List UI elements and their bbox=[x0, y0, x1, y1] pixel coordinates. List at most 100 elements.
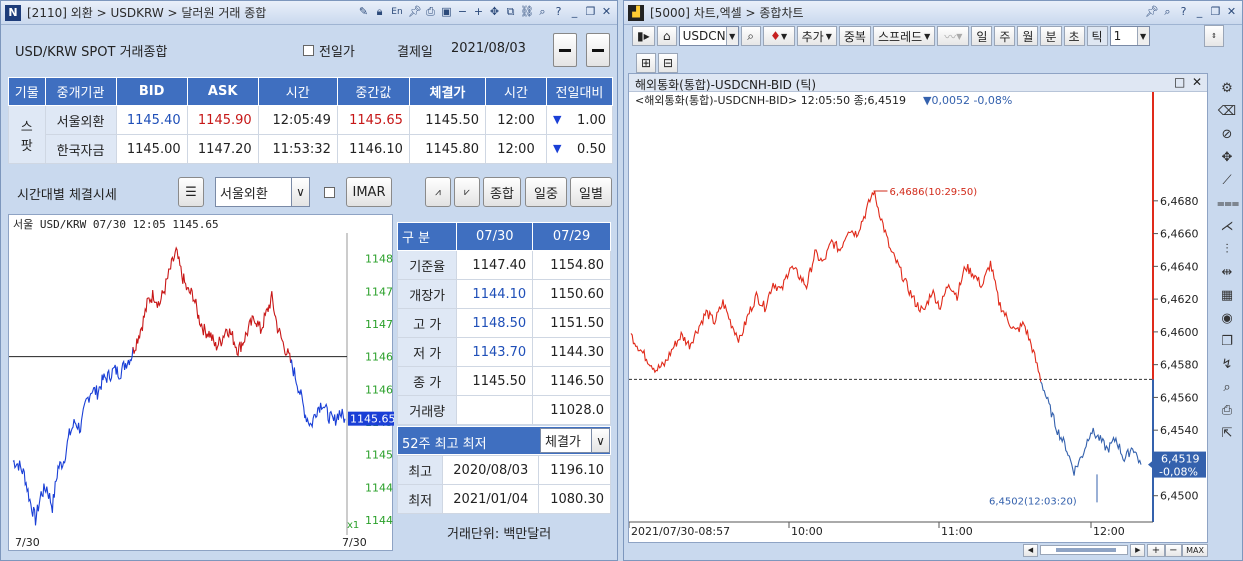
close-icon[interactable]: ✕ bbox=[600, 4, 613, 20]
angle-line-icon[interactable]: ⋌ bbox=[1217, 217, 1237, 236]
zoom-in-button[interactable]: + bbox=[1147, 543, 1165, 557]
export-icon[interactable]: ⇱ bbox=[1217, 424, 1237, 443]
pin-icon[interactable]: 📌︎ bbox=[408, 4, 422, 20]
list-search-button[interactable]: ☰ bbox=[178, 177, 204, 207]
table-row[interactable]: 스팟 서울외환 1145.40 1145.90 12:05:49 1145.65… bbox=[8, 105, 614, 164]
minimize-icon[interactable]: _ bbox=[568, 4, 581, 20]
xtick-label: 2021/07/30-08:57 bbox=[631, 525, 730, 538]
panel-minimize-icon[interactable]: □ bbox=[1174, 75, 1185, 89]
imar-button[interactable]: IMAR bbox=[346, 177, 392, 207]
combined-button[interactable]: 종합 bbox=[483, 177, 521, 207]
scroll-left-icon[interactable]: ◀ bbox=[1023, 543, 1038, 557]
search-icon[interactable]: ⌕ bbox=[536, 4, 549, 20]
usdkrw-intraday-chart[interactable]: 서울 USD/KRW 07/30 12:05 1145.65 1144 1144.… bbox=[8, 214, 411, 551]
collapse-button-2[interactable] bbox=[586, 33, 610, 67]
right-title-icons: 📌︎ ⌕ ? _ ❐ ✕ bbox=[1145, 4, 1238, 20]
help-icon[interactable]: ? bbox=[1177, 4, 1190, 20]
chevron-down-icon[interactable]: ∨ bbox=[591, 429, 609, 452]
language-toggle[interactable]: En bbox=[389, 4, 405, 20]
add-button[interactable]: 추가 ▼ bbox=[796, 26, 837, 46]
plus-icon[interactable]: + bbox=[472, 4, 485, 20]
erase-one-icon[interactable]: ⊘ bbox=[1217, 125, 1237, 144]
chart-scrollbar[interactable]: ◀ ▶ + − MAX bbox=[628, 543, 1209, 557]
mid-value: 1146.10 bbox=[336, 134, 410, 164]
signal-icon[interactable]: ↯ bbox=[1217, 355, 1237, 374]
current-price-label: 1145.65 bbox=[350, 413, 394, 426]
scroll-right-icon[interactable]: ▶ bbox=[1130, 543, 1146, 557]
print-icon[interactable]: ⎙ bbox=[424, 4, 437, 20]
table-row[interactable]: 한국자금 1145.00 1147.20 11:53:32 1146.10 11… bbox=[9, 134, 614, 164]
close-icon[interactable]: ✕ bbox=[1225, 4, 1238, 20]
usdcnh-tick-chart[interactable]: 해외통화(통합)-USDCNH-BID (틱) □ ✕ <해외통화(통합)-US… bbox=[628, 73, 1208, 543]
overlay-button[interactable]: 중복 bbox=[838, 26, 871, 46]
copy-window-icon[interactable]: ❐ bbox=[1217, 332, 1237, 351]
symbol-search-button[interactable]: ⌕ bbox=[740, 26, 761, 46]
restore-icon[interactable]: ❐ bbox=[1209, 4, 1222, 20]
search-icon[interactable]: ⌕ bbox=[1161, 4, 1174, 20]
horizontal-line-icon[interactable]: ⩶ bbox=[1217, 194, 1239, 213]
tick-count-select[interactable]: 1 ▼ bbox=[1109, 26, 1150, 46]
save-icon[interactable]: ▣ bbox=[440, 4, 453, 20]
layout-button-2[interactable]: ⊟ bbox=[658, 53, 679, 73]
spread-button[interactable]: 스프레드 ▼ bbox=[872, 26, 936, 46]
symbol-select[interactable]: USDCNH ▼ bbox=[678, 26, 739, 46]
pin-icon[interactable]: 📌︎ bbox=[1145, 4, 1159, 20]
period-month[interactable]: 월 bbox=[1017, 26, 1039, 46]
intraday-button[interactable]: 일중 bbox=[525, 177, 567, 207]
trendline-icon[interactable]: ⟋ bbox=[1217, 171, 1237, 190]
link-icon[interactable]: ⛓︎ bbox=[520, 4, 534, 20]
broker-name: 한국자금 bbox=[44, 134, 117, 164]
print-icon[interactable]: ⎙ bbox=[1217, 401, 1237, 420]
minus-icon[interactable]: − bbox=[456, 4, 469, 20]
pencil-icon[interactable]: ✎ bbox=[357, 4, 370, 20]
scroll-track[interactable] bbox=[1039, 545, 1129, 555]
window-icon[interactable]: ⧉ bbox=[504, 4, 517, 20]
period-week[interactable]: 주 bbox=[994, 26, 1016, 46]
w52-select[interactable]: 체결가 ∨ bbox=[540, 428, 610, 453]
panel-toggle-button[interactable]: ▮▸ bbox=[632, 26, 655, 46]
period-second[interactable]: 초 bbox=[1063, 26, 1085, 46]
minimize-icon[interactable]: _ bbox=[1193, 4, 1206, 20]
lock-icon[interactable]: 🔒︎ bbox=[373, 4, 386, 20]
chart-type-button-1[interactable]: ⩘ bbox=[425, 177, 451, 207]
eye-icon[interactable]: ◉ bbox=[1217, 309, 1237, 328]
prevday-toggle[interactable]: 전일가 bbox=[303, 41, 355, 60]
zoom-icon[interactable]: ⌕ bbox=[1217, 378, 1237, 397]
drawing-toolbar: ⚙ ⌫ ⊘ ✥ ⟋ ⩶ ⋌ ⫶ ⇹ ▦ ◉ ❐ ↯ ⌕ ⎙ ⇱ bbox=[1212, 73, 1242, 543]
panel-close-icon[interactable]: ✕ bbox=[1192, 75, 1202, 89]
ytick-label: 1146.50 bbox=[365, 351, 394, 364]
home-button[interactable]: ⌂ bbox=[656, 26, 677, 46]
prevday-checkbox[interactable] bbox=[303, 45, 314, 56]
left-title-icons: ✎ 🔒︎ En 📌︎ ⎙ ▣ − + ✥ ⧉ ⛓︎ ⌕ ? _ ❐ ✕ bbox=[357, 4, 613, 20]
toolbar-scroll-button[interactable]: ⇕ bbox=[1204, 25, 1224, 47]
help-icon[interactable]: ? bbox=[552, 4, 565, 20]
chart-style-button[interactable]: ♦ ▼ bbox=[762, 26, 795, 46]
collapse-button-1[interactable] bbox=[553, 33, 577, 67]
fibonacci-icon[interactable]: ⫶ bbox=[1217, 240, 1237, 259]
zoom-out-button[interactable]: − bbox=[1164, 543, 1183, 557]
data-table-icon[interactable]: ▦ bbox=[1217, 286, 1237, 305]
current-value-badge: 6,4519 -0,08% bbox=[1154, 451, 1206, 479]
scroll-thumb[interactable] bbox=[1055, 548, 1116, 552]
table-row: 개장가 1144.10 1150.60 bbox=[396, 279, 611, 309]
indicator-button[interactable]: 〰 ▼ bbox=[937, 26, 970, 46]
zoom-max-button[interactable]: MAX bbox=[1182, 543, 1209, 557]
chevron-down-icon[interactable]: ▼ bbox=[1136, 27, 1149, 45]
period-tick[interactable]: 틱 bbox=[1086, 26, 1108, 46]
restore-icon[interactable]: ❐ bbox=[584, 4, 597, 20]
w52-row-label: 최고 bbox=[396, 455, 444, 485]
broker-select[interactable]: 서울외환 ∨ bbox=[215, 177, 310, 207]
range-icon[interactable]: ⇹ bbox=[1217, 263, 1237, 282]
crosshair-move-icon[interactable]: ✥ bbox=[1217, 148, 1237, 167]
daily-button[interactable]: 일별 bbox=[570, 177, 612, 207]
period-minute[interactable]: 분 bbox=[1040, 26, 1062, 46]
imar-checkbox[interactable] bbox=[324, 187, 335, 198]
chart-type-button-2[interactable]: ⩗ bbox=[454, 177, 480, 207]
layout-button-1[interactable]: ⊞ bbox=[636, 53, 657, 73]
chevron-down-icon[interactable]: ∨ bbox=[291, 178, 309, 206]
chevron-down-icon[interactable]: ▼ bbox=[725, 27, 738, 45]
settings-gear-icon[interactable]: ⚙ bbox=[1217, 79, 1237, 98]
period-day[interactable]: 일 bbox=[971, 26, 993, 46]
eraser-icon[interactable]: ⌫ bbox=[1217, 102, 1237, 121]
move-icon[interactable]: ✥ bbox=[488, 4, 501, 20]
